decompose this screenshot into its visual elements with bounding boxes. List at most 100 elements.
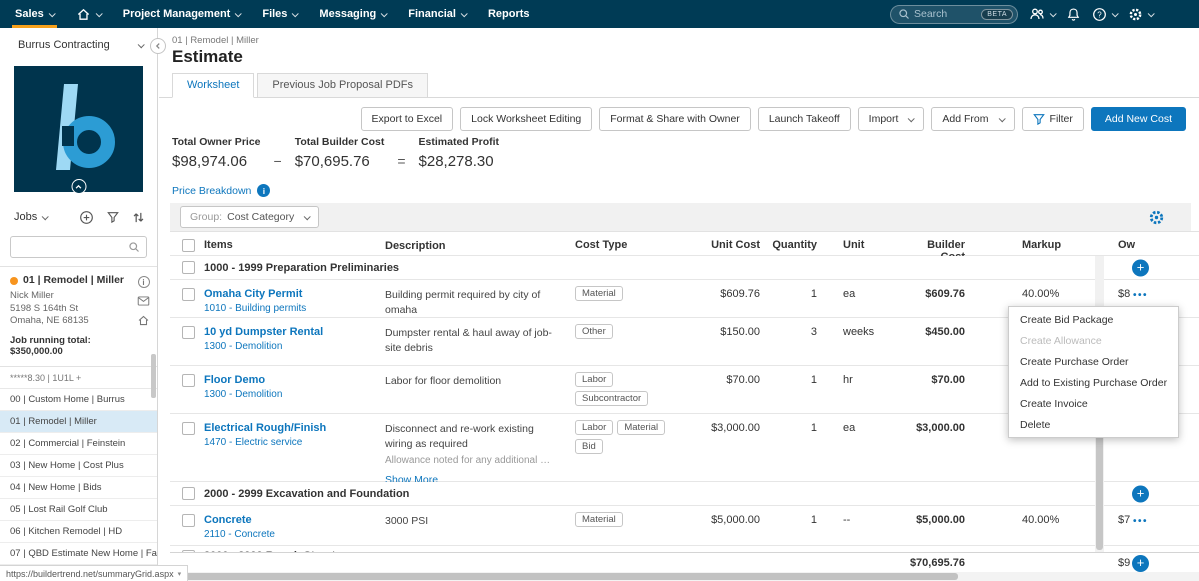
select-all-checkbox[interactable] <box>182 239 195 252</box>
row-actions-menu-button[interactable]: ••• <box>1133 290 1148 301</box>
menu-item-create-invoice[interactable]: Create Invoice <box>1009 393 1178 414</box>
sort-jobs-button[interactable] <box>132 211 145 224</box>
row-actions-menu-button[interactable]: ••• <box>1133 516 1148 527</box>
settings-menu[interactable] <box>1128 7 1155 22</box>
menu-item-create-bid-package[interactable]: Create Bid Package <box>1009 309 1178 330</box>
col-header-items[interactable]: Items <box>200 232 385 255</box>
col-header-owner-price[interactable]: Ow <box>1105 232 1199 255</box>
cost-type-tag: Subcontractor <box>575 391 649 406</box>
group-row: 1000 - 1999 Preparation Preliminaries + <box>170 256 1199 280</box>
jobs-search[interactable] <box>10 236 147 258</box>
tab-previous-job-proposal-pdfs[interactable]: Previous Job Proposal PDFs <box>257 73 428 98</box>
filter-jobs-button[interactable] <box>107 211 119 223</box>
col-header-cost-type[interactable]: Cost Type <box>570 232 675 255</box>
markup-value: 40.00% <box>1022 514 1060 526</box>
menu-item-delete[interactable]: Delete <box>1009 414 1178 435</box>
cost-code-link[interactable]: 1470 - Electric service <box>204 437 377 448</box>
item-description: 3000 PSI <box>385 515 429 527</box>
item-description-truncated: Allowance noted for any additional wirin… <box>385 455 553 467</box>
collapse-sidebar-button[interactable] <box>150 38 166 54</box>
group-checkbox[interactable] <box>182 261 195 274</box>
cost-code-link[interactable]: 2110 - Concrete <box>204 529 377 540</box>
col-header-unit[interactable]: Unit <box>825 232 900 255</box>
menu-item-create-purchase-order[interactable]: Create Purchase Order <box>1009 351 1178 372</box>
add-cost-line-button[interactable]: + <box>1132 259 1149 276</box>
nav-project-management[interactable]: Project Management <box>112 0 252 28</box>
nav-messaging[interactable]: Messaging <box>308 0 397 28</box>
group-checkbox[interactable] <box>182 487 195 500</box>
scrollbar-thumb[interactable] <box>173 573 958 580</box>
nav-financial[interactable]: Financial <box>397 0 477 28</box>
row-checkbox[interactable] <box>182 514 195 527</box>
filter-label: Filter <box>1049 113 1073 125</box>
nav-reports[interactable]: Reports <box>477 0 541 28</box>
job-home-icon[interactable] <box>137 314 150 327</box>
item-name-link[interactable]: Omaha City Permit <box>204 288 377 300</box>
job-list-item[interactable]: 05 | Lost Rail Golf Club <box>0 499 157 521</box>
job-list-item[interactable]: 04 | New Home | Bids <box>0 477 157 499</box>
add-from-menu-button[interactable]: Add From <box>931 107 1015 131</box>
cost-code-link[interactable]: 1300 - Demolition <box>204 341 377 352</box>
jobs-dropdown[interactable]: Jobs <box>14 211 49 223</box>
cost-code-link[interactable]: 1300 - Demolition <box>204 389 377 400</box>
table-header-row: Items Description Cost Type Unit Cost Qu… <box>170 231 1199 263</box>
chevron-left-icon <box>155 43 160 49</box>
item-name-link[interactable]: Electrical Rough/Finish <box>204 422 377 434</box>
global-search[interactable]: BETA <box>890 4 1018 24</box>
add-new-cost-button[interactable]: Add New Cost <box>1090 107 1186 131</box>
menu-item-add-to-existing-purchase-order[interactable]: Add to Existing Purchase Order <box>1009 372 1178 393</box>
price-breakdown-link[interactable]: Price Breakdown <box>172 185 251 197</box>
item-name-link[interactable]: Concrete <box>204 514 377 526</box>
search-input[interactable] <box>914 8 978 20</box>
nav-home[interactable] <box>65 0 112 28</box>
status-url: https://buildertrend.net/summaryGrid.asp… <box>6 568 174 579</box>
row-checkbox[interactable] <box>182 374 195 387</box>
item-name-link[interactable]: Floor Demo <box>204 374 377 386</box>
tab-worksheet[interactable]: Worksheet <box>172 73 255 98</box>
jobs-search-input[interactable] <box>17 241 128 253</box>
import-menu-button[interactable]: Import <box>857 107 925 131</box>
chevron-down-icon <box>95 9 103 17</box>
job-list-item[interactable]: 07 | QBD Estimate New Home | Fantana <box>0 543 157 565</box>
help-menu[interactable]: ? <box>1092 7 1119 22</box>
sidebar-scrollbar[interactable] <box>151 354 156 398</box>
info-icon[interactable]: i <box>257 184 271 197</box>
row-checkbox[interactable] <box>182 326 195 339</box>
horizontal-scrollbar[interactable] <box>170 572 1199 581</box>
add-cost-line-button[interactable]: + <box>1132 485 1149 502</box>
nav-files[interactable]: Files <box>251 0 308 28</box>
job-email-icon[interactable] <box>137 295 150 307</box>
group-by-select[interactable]: Group: Cost Category <box>180 206 320 228</box>
job-list-item[interactable]: 06 | Kitchen Remodel | HD <box>0 521 157 543</box>
nav-sales[interactable]: Sales <box>4 0 65 28</box>
notifications-button[interactable] <box>1066 7 1081 22</box>
col-header-description[interactable]: Description <box>385 232 570 255</box>
row-checkbox[interactable] <box>182 288 195 301</box>
lock-worksheet-button[interactable]: Lock Worksheet Editing <box>460 107 593 131</box>
add-cost-line-button[interactable]: + <box>1132 555 1149 572</box>
row-checkbox[interactable] <box>182 422 195 435</box>
item-name-link[interactable]: 10 yd Dumpster Rental <box>204 326 377 338</box>
launch-takeoff-button[interactable]: Launch Takeoff <box>757 107 851 131</box>
gear-icon <box>1128 7 1143 22</box>
col-header-quantity[interactable]: Quantity <box>770 232 825 255</box>
col-header-markup[interactable]: Markup <box>975 232 1095 255</box>
filter-button[interactable]: Filter <box>1021 107 1084 131</box>
job-list-item[interactable]: 03 | New Home | Cost Plus <box>0 455 157 477</box>
user-management-menu[interactable] <box>1029 6 1057 22</box>
jobs-label: Jobs <box>14 211 38 223</box>
job-info-icon[interactable]: i <box>137 276 150 288</box>
col-header-unit-cost[interactable]: Unit Cost <box>675 232 770 255</box>
export-to-excel-button[interactable]: Export to Excel <box>360 107 454 131</box>
chevron-down-icon <box>380 9 389 17</box>
job-list-item[interactable]: 02 | Commercial | Feinstein <box>0 433 157 455</box>
job-list-item[interactable]: 00 | Custom Home | Burrus <box>0 389 157 411</box>
cost-code-link[interactable]: 1010 - Building permits <box>204 303 377 314</box>
format-share-owner-button[interactable]: Format & Share with Owner <box>599 107 751 131</box>
collapse-logo-button[interactable] <box>71 179 86 194</box>
account-switcher[interactable]: Burrus Contracting <box>0 28 157 62</box>
grid-settings-gear-icon[interactable] <box>1148 209 1165 226</box>
job-list-item-selected[interactable]: 01 | Remodel | Miller <box>0 410 157 433</box>
add-job-button[interactable] <box>79 210 94 225</box>
col-header-builder-cost[interactable]: Builder Cost <box>900 232 975 263</box>
